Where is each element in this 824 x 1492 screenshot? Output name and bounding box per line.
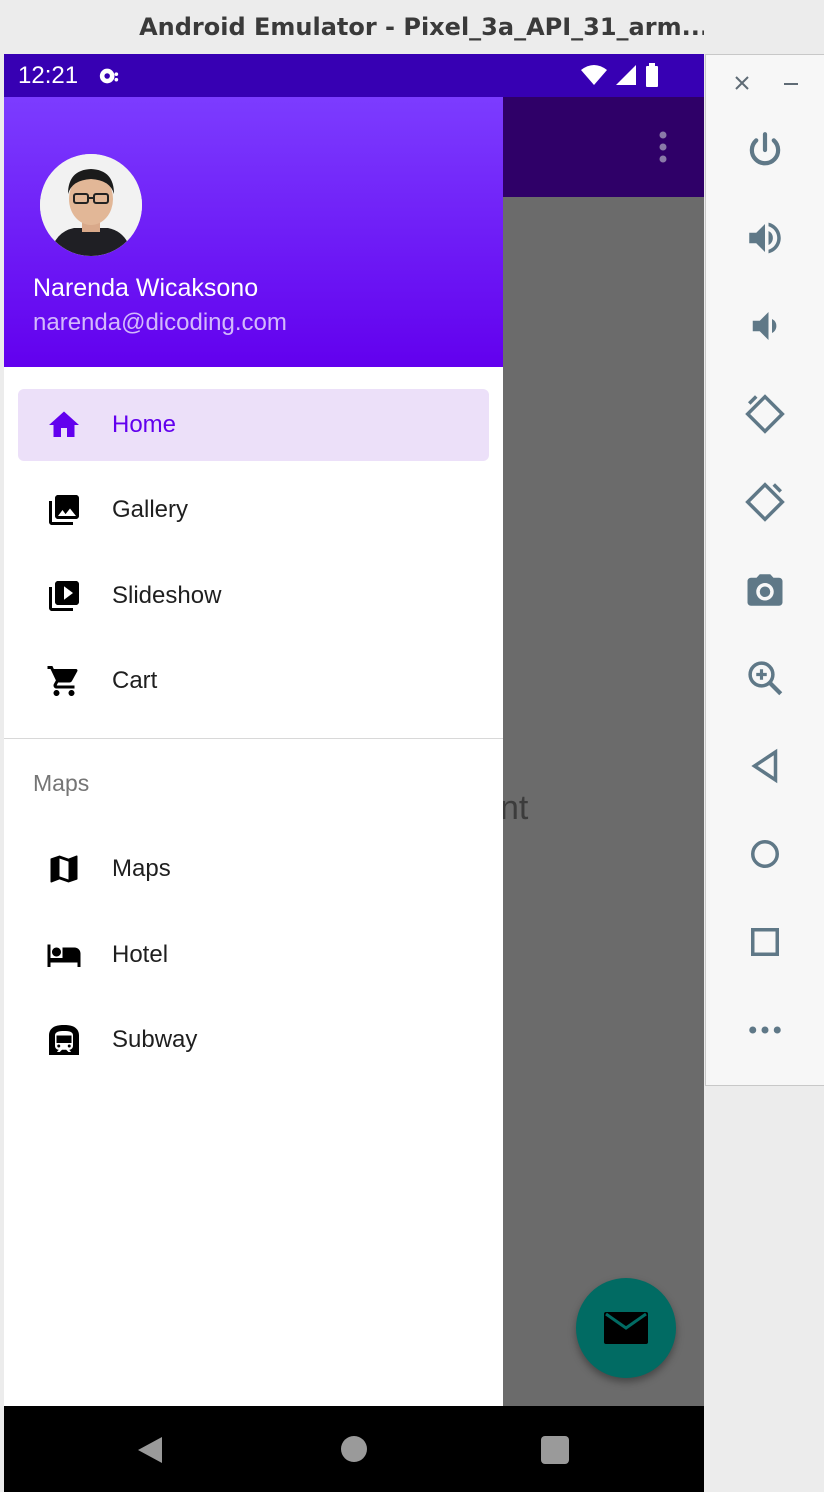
- signal-icon: [616, 65, 636, 85]
- drawer-item-label: Cart: [112, 667, 158, 694]
- drawer-header: Narenda Wicaksono narenda@dicoding.com: [4, 97, 503, 367]
- emulator-controls: [705, 54, 824, 1086]
- hotel-icon: [47, 944, 81, 967]
- zoom-icon[interactable]: [744, 657, 786, 699]
- system-nav-bar: [4, 1406, 704, 1492]
- wifi-icon: [581, 65, 607, 85]
- gallery-icon: [49, 495, 79, 525]
- window-titlebar: Android Emulator - Pixel_3a_API_31_arm..…: [4, 0, 704, 55]
- status-bar: 12:21: [4, 54, 704, 97]
- back-icon[interactable]: [744, 745, 786, 787]
- overflow-menu-icon[interactable]: [658, 131, 668, 163]
- user-email: narenda@dicoding.com: [33, 309, 287, 336]
- content-text: nt: [500, 789, 529, 827]
- volume-down-icon[interactable]: [744, 305, 786, 347]
- drawer-item-label: Subway: [112, 1026, 198, 1053]
- overview-icon[interactable]: [744, 921, 786, 963]
- map-icon: [50, 855, 78, 883]
- nav-overview-icon[interactable]: [541, 1436, 569, 1464]
- avatar-photo: [40, 154, 142, 256]
- battery-icon: [646, 63, 658, 87]
- drawer-item-home[interactable]: Home: [18, 389, 489, 461]
- drawer-item-label: Maps: [112, 855, 171, 882]
- notification-icon: [99, 68, 119, 83]
- drawer-item-cart[interactable]: Cart: [18, 645, 489, 717]
- drawer-item-subway[interactable]: Subway: [18, 1004, 489, 1076]
- drawer-item-hotel[interactable]: Hotel: [18, 919, 489, 991]
- drawer-item-label: Home: [112, 411, 177, 438]
- navigation-drawer: Narenda Wicaksono narenda@dicoding.com H…: [4, 97, 503, 1406]
- minimize-icon[interactable]: [784, 83, 798, 85]
- home-icon[interactable]: [744, 833, 786, 875]
- email-icon: [604, 1312, 648, 1344]
- status-time: 12:21: [18, 61, 79, 89]
- cart-icon: [47, 666, 78, 696]
- avatar: [40, 154, 142, 256]
- volume-up-icon[interactable]: [744, 217, 786, 259]
- drawer-item-slideshow[interactable]: Slideshow: [18, 560, 489, 632]
- drawer-item-label: Hotel: [112, 941, 169, 968]
- slideshow-icon: [49, 581, 79, 611]
- drawer-divider: [4, 738, 503, 739]
- camera-icon[interactable]: [744, 569, 786, 611]
- close-icon[interactable]: [734, 75, 750, 91]
- user-name: Narenda Wicaksono: [33, 274, 259, 302]
- phone-screen: 12:21 nt Narenda Wicaksono narenda@dicod…: [4, 54, 704, 1492]
- section-title-maps: Maps: [33, 770, 90, 796]
- rotate-left-icon[interactable]: [744, 393, 786, 435]
- email-fab[interactable]: [576, 1278, 676, 1378]
- nav-back-icon[interactable]: [136, 1435, 164, 1465]
- subway-icon: [49, 1025, 79, 1055]
- nav-home-icon[interactable]: [341, 1436, 367, 1462]
- emulator-window: Android Emulator - Pixel_3a_API_31_arm..…: [4, 0, 704, 1492]
- drawer-item-label: Slideshow: [112, 582, 222, 609]
- more-icon[interactable]: [744, 1009, 786, 1051]
- drawer-item-maps[interactable]: Maps: [18, 833, 489, 905]
- window-title: Android Emulator - Pixel_3a_API_31_arm..…: [139, 13, 704, 41]
- drawer-item-label: Gallery: [112, 496, 189, 523]
- rotate-right-icon[interactable]: [744, 481, 786, 523]
- home-icon: [49, 411, 79, 437]
- power-icon[interactable]: [744, 129, 786, 171]
- drawer-item-gallery[interactable]: Gallery: [18, 474, 489, 546]
